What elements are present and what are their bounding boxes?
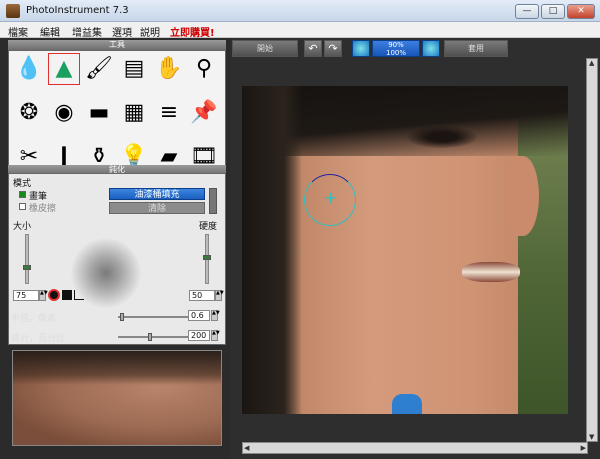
pin-glyph: ⚲ bbox=[195, 56, 213, 81]
zoom-level[interactable]: 90% 100% bbox=[372, 40, 420, 57]
photo-nose bbox=[507, 156, 539, 236]
menu-help[interactable]: 説明 bbox=[140, 24, 160, 39]
start-button[interactable]: 開始 bbox=[232, 40, 298, 57]
cone-glyph: ▲ bbox=[55, 56, 73, 81]
size-slider[interactable] bbox=[23, 234, 31, 284]
mode-label: 模式 bbox=[13, 179, 32, 189]
maximize-button[interactable]: □ bbox=[541, 4, 565, 19]
minimize-button[interactable]: — bbox=[515, 4, 539, 19]
eye-icon[interactable]: ◉ bbox=[48, 97, 80, 129]
horizontal-scrollbar[interactable]: ◀ ▶ bbox=[242, 442, 588, 454]
redo-icon[interactable]: ↷ bbox=[324, 40, 342, 57]
fill-button[interactable]: 油漆桶填充 bbox=[109, 188, 205, 200]
round-brush-icon[interactable] bbox=[48, 289, 60, 301]
gradient-glyph: ▬ bbox=[88, 100, 110, 125]
eraser-option-label: 橡皮擦 bbox=[29, 204, 57, 214]
zoom-in-icon[interactable] bbox=[422, 40, 440, 57]
drop-glyph: 💧 bbox=[15, 56, 43, 81]
clear-button[interactable]: 清除 bbox=[109, 202, 205, 214]
title-bar: PhotoInstrument 7.3 — □ ✕ bbox=[0, 0, 600, 22]
app-icon bbox=[6, 4, 20, 18]
square-brush-icon[interactable] bbox=[62, 290, 72, 300]
zoom-out-icon[interactable] bbox=[352, 40, 370, 57]
radius-input[interactable]: 0.6 bbox=[188, 310, 210, 321]
radius-label: 半徑，像素 bbox=[11, 314, 57, 324]
size-label: 大小 bbox=[13, 222, 32, 232]
radius-row: 半徑，像素 0.6 ▲▼ bbox=[8, 308, 226, 326]
gradient-icon[interactable]: ▬ bbox=[83, 97, 115, 129]
blob-glyph: ❂ bbox=[19, 100, 39, 125]
pushpin-icon[interactable]: 📌 bbox=[188, 97, 220, 129]
brushes-icon[interactable]: 🖌 bbox=[83, 53, 115, 85]
pin-icon[interactable]: ⚲ bbox=[188, 53, 220, 85]
close-button[interactable]: ✕ bbox=[567, 4, 595, 19]
photo-shirt bbox=[392, 394, 422, 414]
size-input[interactable]: 75 bbox=[13, 290, 39, 301]
photo-mouth bbox=[462, 262, 520, 282]
editor-area: 開始 ↶ ↷ 90% 100% 套用 + ▲ ▼ ◀ ▶ bbox=[230, 38, 600, 459]
undo-icon[interactable]: ↶ bbox=[304, 40, 322, 57]
hardness-stepper[interactable]: ▲▼ bbox=[215, 290, 224, 301]
brush-cursor: + bbox=[304, 174, 356, 226]
vertical-scrollbar[interactable]: ▲ ▼ bbox=[586, 58, 598, 442]
hardness-slider[interactable] bbox=[203, 234, 211, 284]
radius-stepper[interactable]: ▲▼ bbox=[211, 310, 220, 321]
eye-glyph: ◉ bbox=[54, 100, 74, 125]
eraser-radio[interactable] bbox=[19, 203, 26, 210]
photo-canvas[interactable]: + bbox=[242, 86, 568, 414]
finger-glyph: ✋ bbox=[155, 56, 183, 81]
menu-options[interactable]: 選項 bbox=[112, 24, 132, 39]
stamp-glyph: ▤ bbox=[123, 56, 145, 81]
lines-glyph: ≡ bbox=[159, 100, 179, 125]
hardness-label: 硬度 bbox=[199, 222, 218, 232]
blob-icon[interactable]: ❂ bbox=[13, 97, 45, 129]
navigator-preview[interactable] bbox=[12, 350, 222, 446]
menu-plugins[interactable]: 增益集 bbox=[72, 24, 102, 39]
preview-hair bbox=[13, 351, 221, 385]
apply-button[interactable]: 套用 bbox=[444, 40, 508, 57]
total-stepper[interactable]: ▲▼ bbox=[211, 330, 220, 341]
total-row: 總計，百分比 200 ▲▼ bbox=[8, 328, 226, 346]
corner-brush-icon[interactable] bbox=[74, 290, 84, 300]
size-stepper[interactable]: ▲▼ bbox=[39, 290, 48, 301]
spectrum-glyph: ▦ bbox=[123, 100, 145, 125]
tools-header: 工具 bbox=[8, 40, 226, 50]
stamp-icon[interactable]: ▤ bbox=[118, 53, 150, 85]
total-label: 總計，百分比 bbox=[11, 334, 66, 344]
total-input[interactable]: 200 bbox=[188, 330, 210, 341]
finger-icon[interactable]: ✋ bbox=[153, 53, 185, 85]
photo-eye bbox=[407, 126, 477, 148]
menu-edit[interactable]: 編輯 bbox=[40, 24, 60, 39]
drop-icon[interactable]: 💧 bbox=[13, 53, 45, 85]
hardness-input[interactable]: 50 bbox=[189, 290, 215, 301]
left-panel: 工具 💧▲🖌▤✋⚲❂◉▬▦≡📌✂❙⚱💡▰🎞T 鈍化 模式 畫筆 橡皮擦 油漆桶填… bbox=[0, 38, 230, 459]
menu-file[interactable]: 檔案 bbox=[8, 24, 28, 39]
window-title: PhotoInstrument 7.3 bbox=[26, 5, 129, 16]
spectrum-icon[interactable]: ▦ bbox=[118, 97, 150, 129]
radius-slider[interactable] bbox=[118, 313, 188, 321]
brushes-glyph: 🖌 bbox=[85, 56, 113, 81]
menu-bar: 檔案 編輯 增益集 選項 説明 立即購買! bbox=[0, 22, 600, 39]
total-slider[interactable] bbox=[118, 333, 188, 341]
pushpin-glyph: 📌 bbox=[190, 100, 218, 125]
zoom-value-bottom: 100% bbox=[385, 48, 406, 57]
lines-icon[interactable]: ≡ bbox=[153, 97, 185, 129]
cone-icon[interactable]: ▲ bbox=[48, 53, 80, 85]
photo-hair-side bbox=[242, 86, 302, 414]
brush-radio[interactable] bbox=[19, 191, 26, 198]
menu-buy-now[interactable]: 立即購買! bbox=[170, 24, 215, 39]
mode-scrollbar[interactable] bbox=[209, 188, 217, 214]
